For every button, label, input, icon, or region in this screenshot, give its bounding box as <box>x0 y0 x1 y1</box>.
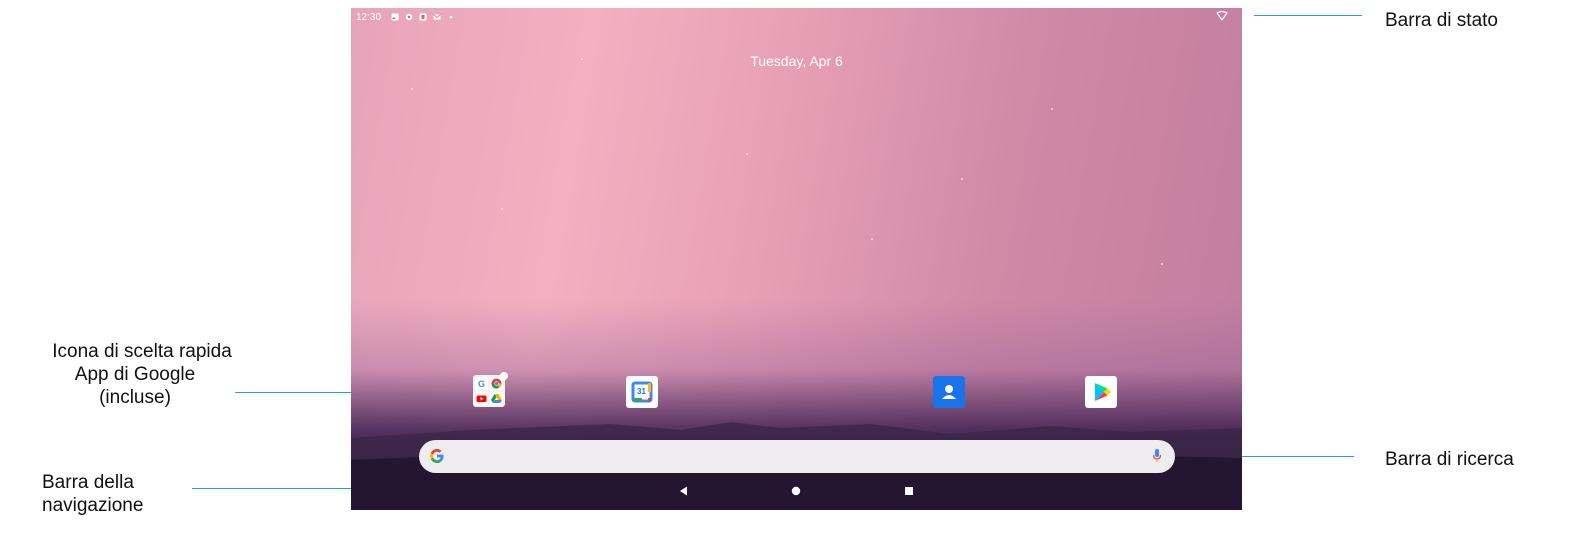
callout-nav-l1: Barra della <box>42 472 134 493</box>
notification-dot <box>500 372 508 380</box>
contacts-app[interactable] <box>933 376 965 408</box>
home-icon[interactable] <box>791 486 801 496</box>
status-time: 12:30 <box>356 12 382 23</box>
callout-google-apps-l1: Icona di scelta rapida <box>52 341 232 362</box>
status-bar[interactable]: 12:30 <box>351 8 1242 28</box>
image-icon <box>391 13 399 21</box>
callout-nav-l2: navigazione <box>42 495 144 516</box>
calendar-app[interactable]: 31 <box>626 376 658 408</box>
google-apps-folder[interactable]: G <box>473 372 508 407</box>
callout-nav-bar: Barra della navigazione <box>42 471 242 517</box>
callout-google-apps-l2: App di Google <box>74 364 196 385</box>
callout-google-apps-l3: (incluse) <box>99 387 171 408</box>
tablet-home-screen: 12:30 Tuesday, Apr 6 G 31 <box>351 8 1242 510</box>
calendar-day: 31 <box>637 387 646 396</box>
gear-icon <box>405 13 413 21</box>
back-icon[interactable] <box>679 486 689 496</box>
callout-google-apps: Icona di scelta rapida App di Google (in… <box>12 340 272 409</box>
callout-line-status <box>1254 15 1362 16</box>
recents-icon[interactable] <box>904 486 914 496</box>
callout-search-bar: Barra di ricerca <box>1385 449 1514 470</box>
play-store-app[interactable] <box>1085 376 1117 408</box>
navigation-bar <box>351 472 1242 510</box>
youtube-icon <box>475 392 488 405</box>
mail-icon <box>433 14 441 20</box>
svg-text:G: G <box>478 379 485 389</box>
google-search-bar[interactable] <box>419 440 1175 473</box>
play-store-icon <box>1095 383 1111 401</box>
dot-icon <box>449 15 453 19</box>
date-widget[interactable]: Tuesday, Apr 6 <box>351 53 1242 69</box>
callout-status-bar: Barra di stato <box>1385 10 1498 31</box>
contacts-icon <box>942 385 956 399</box>
notification-icons <box>391 13 455 21</box>
wifi-icon <box>1216 11 1228 21</box>
google-icon: G <box>475 377 488 390</box>
google-g-icon <box>430 449 444 463</box>
callout-line-search <box>1242 456 1354 457</box>
drive-icon <box>490 392 503 405</box>
app-icon <box>419 13 427 21</box>
callout-line-nav <box>192 488 366 489</box>
mic-icon[interactable] <box>1152 448 1162 464</box>
